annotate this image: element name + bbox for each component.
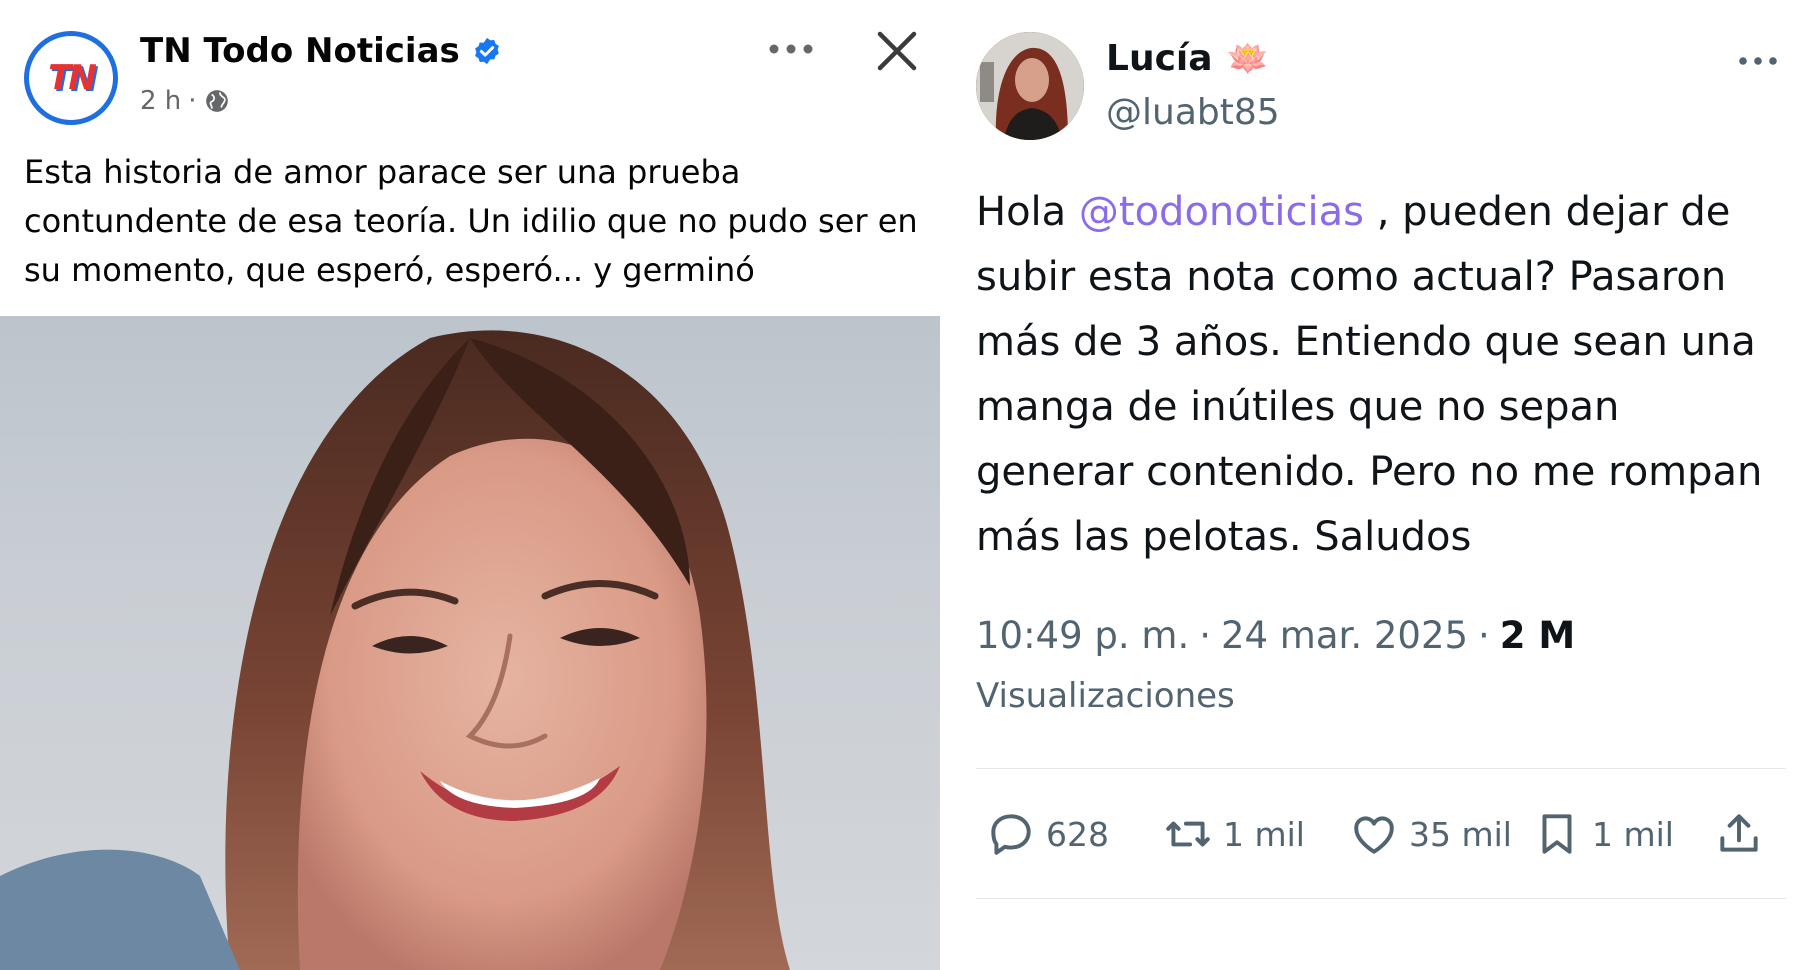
tweet-time[interactable]: 10:49 p. m.	[976, 614, 1189, 657]
views-label: Visualizaciones	[976, 676, 1235, 716]
author-name[interactable]: Lucía	[1106, 38, 1213, 79]
time-separator: ·	[1199, 614, 1211, 657]
more-options-icon	[769, 44, 813, 54]
retweet-count: 1 mil	[1223, 814, 1305, 854]
post-text: Esta historia de amor parace ser una pru…	[24, 153, 918, 289]
lotus-emoji: 🪷	[1226, 39, 1269, 78]
more-options-button[interactable]	[766, 32, 816, 66]
more-options-icon	[1739, 57, 1777, 65]
verified-badge-icon	[474, 37, 499, 65]
user-photo-image	[976, 32, 1084, 140]
page-logo-text: TN	[48, 58, 97, 98]
mention-link[interactable]: @todonoticias	[1079, 189, 1364, 235]
retweet-button[interactable]: 1 mil	[1163, 809, 1349, 859]
post-meta: 2 h ·	[140, 86, 230, 116]
tweet-author-row: Lucía 🪷	[1106, 38, 1269, 79]
divider	[976, 768, 1786, 769]
facebook-post: TN TN Todo Noticias 2 h · Esta historia …	[0, 0, 940, 970]
post-time[interactable]: 2 h	[140, 86, 181, 116]
tweet-text: Hola @todonoticias , pueden dejar de sub…	[976, 180, 1786, 570]
views-separator: ·	[1478, 614, 1490, 657]
page-name[interactable]: TN Todo Noticias	[140, 31, 460, 71]
bookmark-count: 1 mil	[1592, 814, 1674, 854]
woman-portrait-image	[0, 330, 790, 970]
views-count: 2 M	[1499, 614, 1576, 657]
like-icon	[1354, 816, 1394, 854]
share-icon	[1720, 814, 1758, 852]
post-photo[interactable]	[0, 316, 940, 970]
tweet: Lucía 🪷 @luabt85 Hola @todonoticias , pu…	[940, 0, 1800, 970]
bookmark-icon	[1542, 814, 1572, 854]
meta-separator: ·	[188, 86, 197, 116]
more-options-button[interactable]	[1736, 46, 1780, 76]
page-name-row: TN Todo Noticias	[140, 31, 502, 71]
bookmark-button[interactable]: 1 mil	[1532, 809, 1714, 859]
divider	[976, 898, 1786, 899]
page-avatar[interactable]: TN	[24, 31, 118, 125]
share-button[interactable]	[1714, 809, 1764, 859]
close-icon	[877, 31, 917, 71]
tweet-date[interactable]: 24 mar. 2025	[1221, 614, 1468, 657]
globe-icon	[205, 90, 228, 112]
avatar[interactable]	[976, 32, 1084, 140]
tweet-text-rest: , pueden dejar de subir esta nota como a…	[976, 189, 1763, 560]
reply-button[interactable]: 628	[986, 809, 1163, 859]
retweet-icon	[1166, 821, 1210, 847]
author-handle[interactable]: @luabt85	[1106, 92, 1280, 133]
close-button[interactable]	[868, 22, 926, 80]
like-button[interactable]: 35 mil	[1349, 809, 1532, 859]
reply-icon	[991, 814, 1031, 855]
like-count: 35 mil	[1409, 814, 1512, 854]
tweet-text-start: Hola	[976, 189, 1079, 235]
tweet-actions: 628 1 mil 35 mil 1 mil	[986, 802, 1786, 866]
reply-count: 628	[1046, 814, 1109, 854]
tweet-timestamp: 10:49 p. m. · 24 mar. 2025 · 2 M	[976, 614, 1575, 657]
